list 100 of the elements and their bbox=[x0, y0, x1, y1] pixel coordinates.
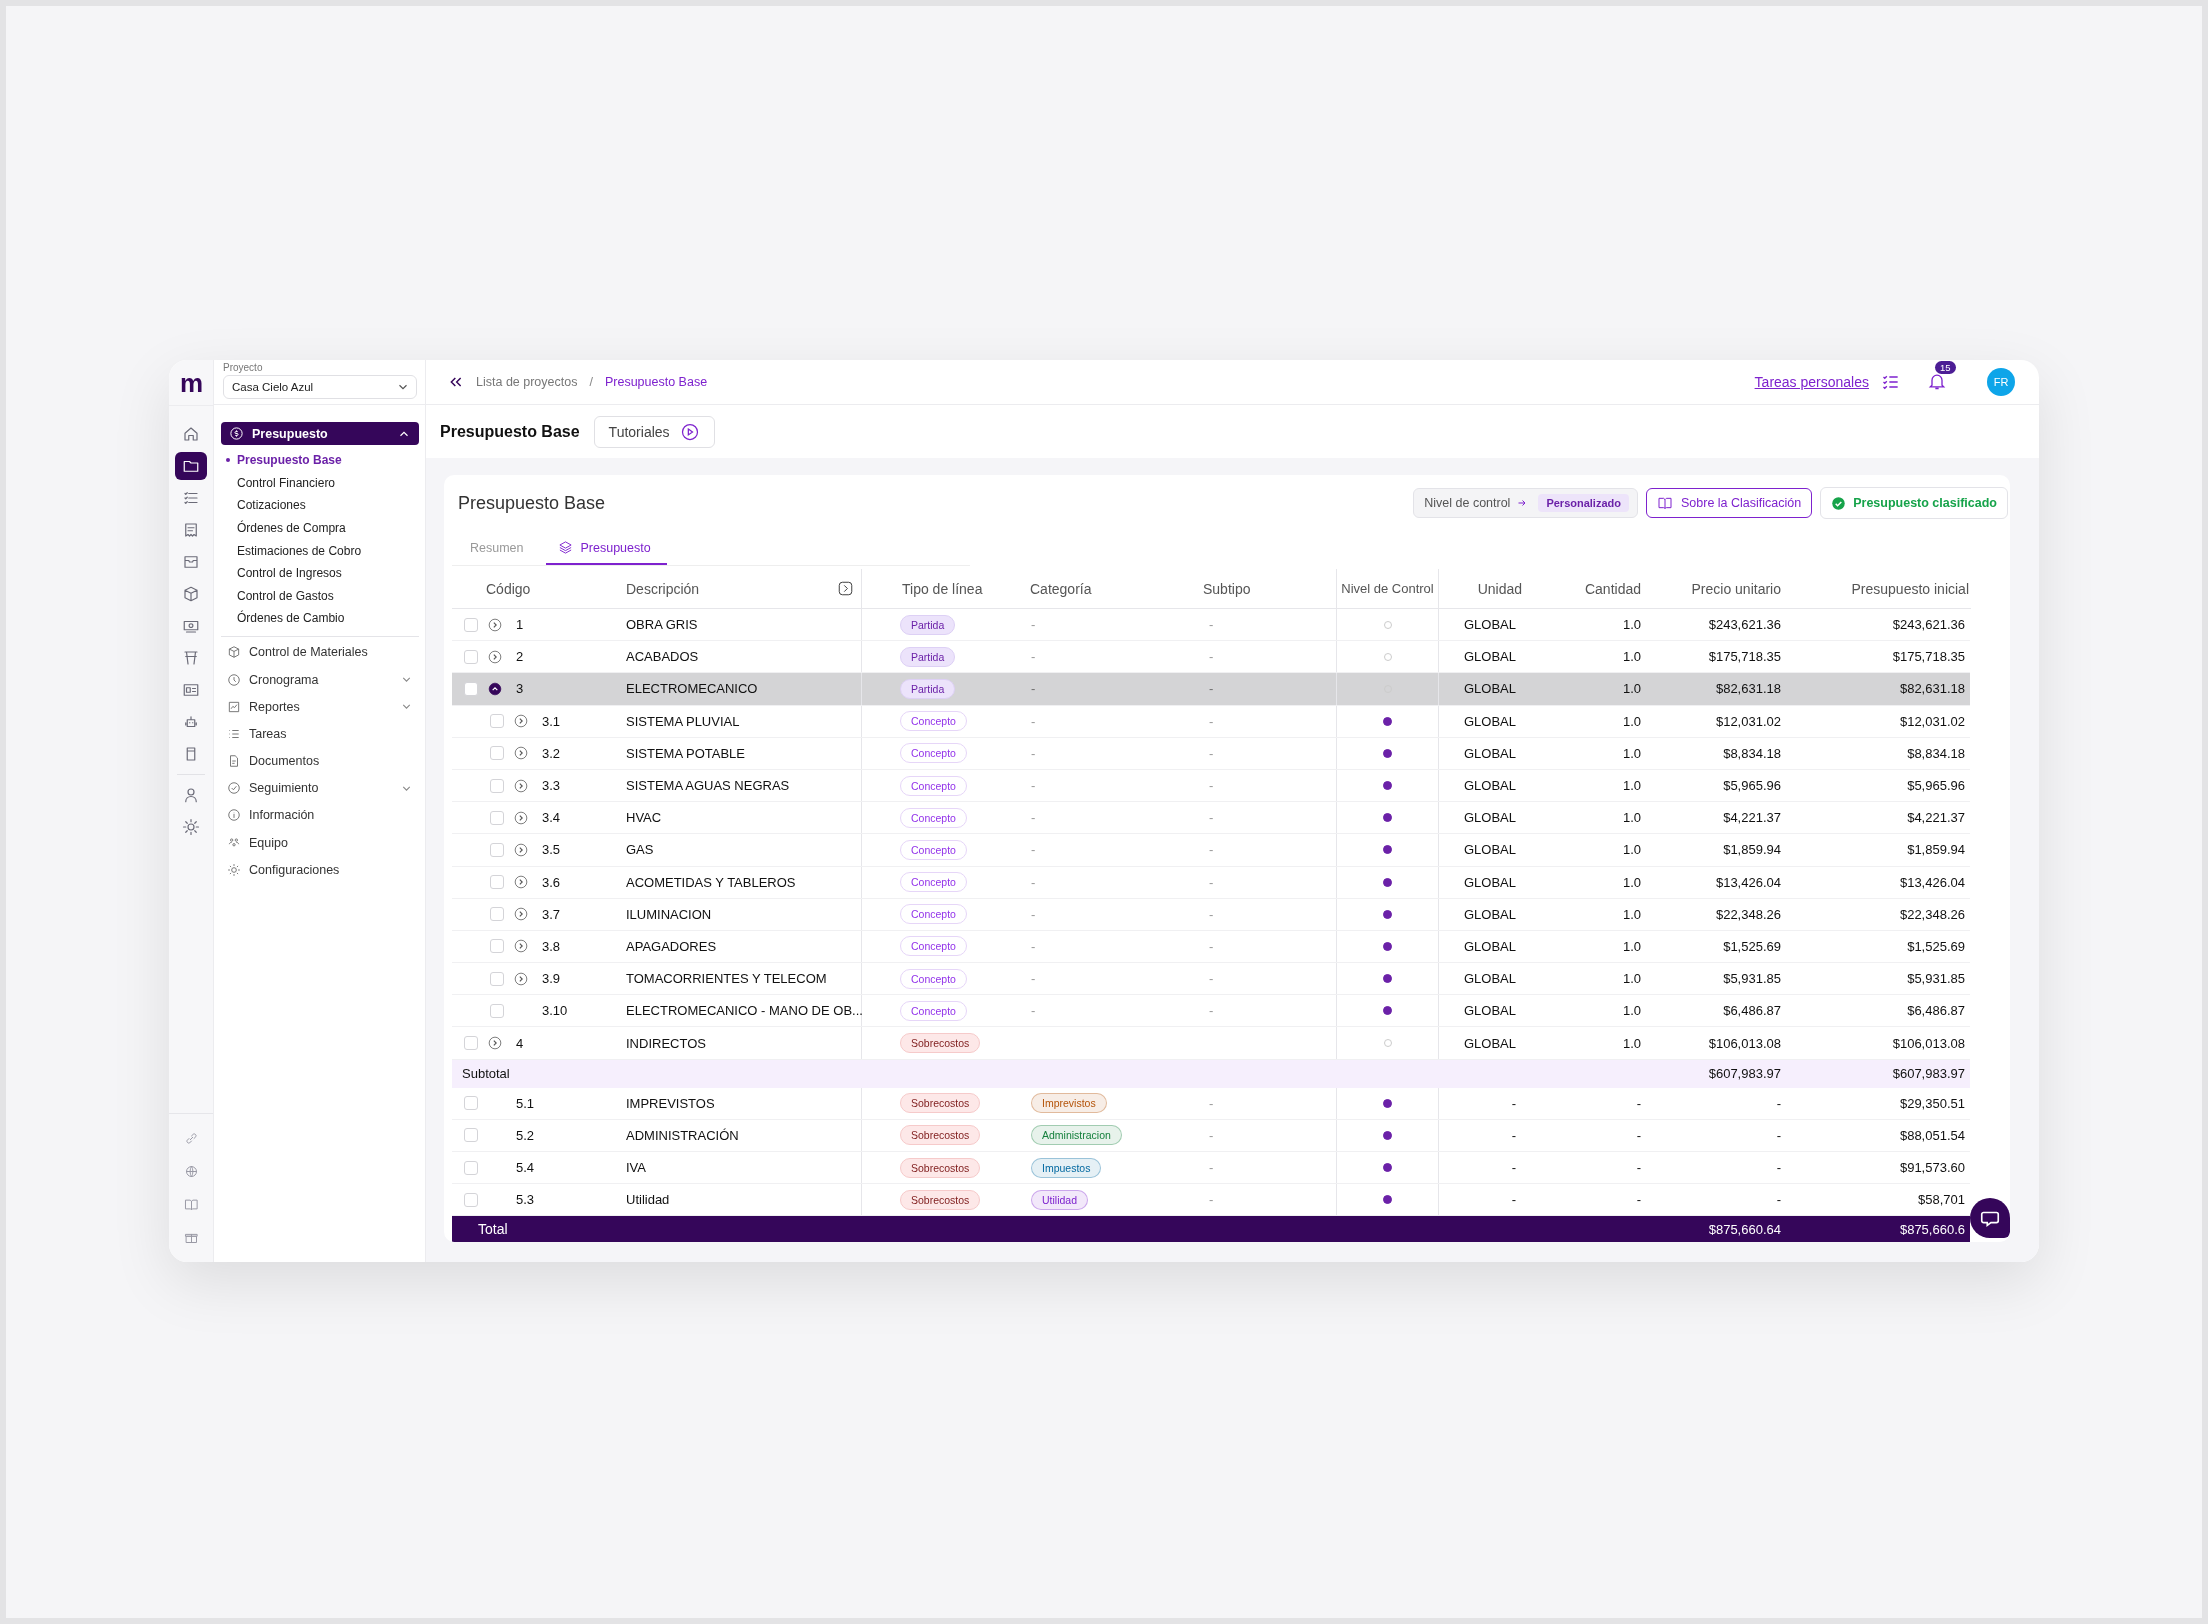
nav-icon bbox=[227, 672, 241, 687]
sidebar-item[interactable]: Documentos bbox=[249, 754, 413, 769]
row-checkbox[interactable] bbox=[490, 907, 504, 922]
control-level-chip[interactable]: Nivel de control Personalizado bbox=[1413, 488, 1638, 518]
sidebar-item[interactable]: Información bbox=[249, 808, 413, 823]
row-checkbox[interactable] bbox=[490, 1003, 504, 1018]
table-row[interactable]: 3.7 ILUMINACION Concepto - - GLOBAL 1.0 $22,348.26 $22,348.26 bbox=[452, 898, 1970, 931]
row-checkbox[interactable] bbox=[490, 714, 504, 729]
row-checkbox[interactable] bbox=[490, 778, 504, 793]
table-row[interactable]: 3.10 ELECTROMECANICO - MANO DE OB... Concepto - - GLOBAL 1.0 $6,486.87 $6,486.87 bbox=[452, 995, 1970, 1028]
table-cell: $91,573.60 bbox=[1899, 1160, 1965, 1176]
expand-toggle-icon[interactable] bbox=[514, 875, 528, 890]
column-header: Código bbox=[485, 580, 531, 597]
table-cell: - bbox=[1209, 649, 1214, 665]
sidebar-item[interactable]: Control de Materiales bbox=[249, 645, 413, 660]
table-cell: GLOBAL bbox=[1463, 649, 1516, 665]
table-row[interactable]: 3.1 SISTEMA PLUVIAL Concepto - - GLOBAL 1.0 $12,031.02 $12,031.02 bbox=[452, 705, 1970, 738]
tutorials-button[interactable]: Tutoriales bbox=[593, 415, 715, 448]
chat-button[interactable] bbox=[1970, 1198, 2010, 1239]
table-row[interactable]: 3.6 ACOMETIDAS Y TABLEROS Concepto - - GLOBAL 1.0 $13,426.04 $13,426.04 bbox=[452, 866, 1970, 899]
table-row[interactable]: 5.1 IMPREVISTOS Sobrecostos Imprevistos - - - - $29,350.51 bbox=[452, 1087, 1970, 1120]
line-type-tag: Concepto bbox=[900, 775, 967, 796]
table-cell: GLOBAL bbox=[1463, 745, 1516, 761]
table-cell: $82,631.18 bbox=[1715, 681, 1781, 697]
breadcrumb-link[interactable]: Lista de proyectos bbox=[476, 375, 578, 389]
table-cell: $5,965.96 bbox=[1907, 778, 1965, 794]
expand-toggle-icon[interactable] bbox=[514, 971, 528, 986]
row-checkbox[interactable] bbox=[490, 939, 504, 954]
expand-toggle-icon[interactable] bbox=[514, 714, 528, 729]
sidebar-subitem[interactable]: Control de Ingresos bbox=[226, 561, 419, 585]
tab[interactable]: Presupuesto bbox=[545, 540, 667, 565]
table-cell: 3.3 bbox=[542, 778, 561, 794]
breadcrumb-link[interactable]: Presupuesto Base bbox=[604, 375, 708, 389]
project-select[interactable]: Casa Cielo Azul bbox=[223, 375, 417, 399]
row-checkbox[interactable] bbox=[490, 810, 504, 825]
table-row[interactable]: 5.2 ADMINISTRACIÓN Sobrecostos Administracion - - - - $88,051.54 bbox=[452, 1119, 1970, 1152]
line-type-tag: Sobrecostos bbox=[900, 1093, 981, 1114]
sidebar-subitem[interactable]: Presupuesto Base bbox=[226, 449, 419, 472]
sidebar-subitem[interactable]: Órdenes de Cambio bbox=[226, 607, 419, 630]
table-cell: $82,631.18 bbox=[1899, 681, 1965, 697]
expand-toggle-icon[interactable] bbox=[488, 1036, 502, 1051]
sidebar-subitem[interactable]: Control Financiero bbox=[226, 471, 419, 495]
section-header[interactable]: Presupuesto bbox=[221, 422, 419, 445]
table-cell: - bbox=[1209, 1095, 1214, 1111]
table-cell: GAS bbox=[626, 842, 654, 858]
table-cell: - bbox=[1031, 810, 1036, 826]
table-cell: $8,834.18 bbox=[1907, 745, 1965, 761]
row-checkbox[interactable] bbox=[490, 971, 504, 986]
table-row[interactable]: 3.5 GAS Concepto - - GLOBAL 1.0 $1,859.94 $1,859.94 bbox=[452, 834, 1970, 867]
sidebar-item[interactable]: Tareas bbox=[249, 726, 413, 741]
table-row[interactable]: 4 INDIRECTOS Sobrecostos GLOBAL 1.0 $106,013.08 $106,013.08 bbox=[452, 1027, 1970, 1060]
row-checkbox[interactable] bbox=[464, 1096, 478, 1111]
sidebar-subitem[interactable]: Cotizaciones bbox=[226, 494, 419, 517]
project-label: Proyecto bbox=[223, 362, 264, 373]
row-checkbox[interactable] bbox=[464, 1192, 478, 1207]
row-checkbox[interactable] bbox=[464, 1036, 478, 1051]
row-checkbox[interactable] bbox=[490, 842, 504, 857]
table-cell: 3.2 bbox=[542, 745, 561, 761]
table-row[interactable]: 1 OBRA GRIS Partida - - GLOBAL 1.0 $243,621.36 $243,621.36 bbox=[452, 609, 1970, 642]
table-row[interactable]: 3.8 APAGADORES Concepto - - GLOBAL 1.0 $1,525.69 $1,525.69 bbox=[452, 930, 1970, 964]
table-cell: $243,621.36 bbox=[1892, 617, 1965, 633]
table-cell: GLOBAL bbox=[1463, 617, 1516, 633]
row-checkbox[interactable] bbox=[464, 617, 478, 632]
nav-icon[interactable] bbox=[175, 452, 207, 480]
row-checkbox[interactable] bbox=[464, 681, 478, 696]
expand-toggle-icon[interactable] bbox=[488, 681, 502, 696]
sidebar-item[interactable]: Equipo bbox=[249, 835, 413, 850]
expand-toggle-icon[interactable] bbox=[514, 907, 528, 922]
table-cell: $875,660.64 bbox=[1708, 1221, 1781, 1237]
row-checkbox[interactable] bbox=[464, 649, 478, 664]
sidebar-item[interactable]: Configuraciones bbox=[249, 862, 413, 877]
sidebar-item[interactable]: Seguimiento bbox=[249, 781, 392, 796]
table-cell: IMPREVISTOS bbox=[626, 1095, 715, 1111]
sidebar-item[interactable]: Reportes bbox=[249, 699, 392, 714]
row-checkbox[interactable] bbox=[464, 1160, 478, 1175]
expand-toggle-icon[interactable] bbox=[514, 746, 528, 761]
row-checkbox[interactable] bbox=[490, 746, 504, 761]
expand-toggle-icon[interactable] bbox=[514, 810, 528, 825]
expand-toggle-icon[interactable] bbox=[514, 939, 528, 954]
sidebar-item[interactable]: Cronograma bbox=[249, 672, 392, 687]
table-row[interactable]: 3.2 SISTEMA POTABLE Concepto - - GLOBAL 1.0 $8,834.18 $8,834.18 bbox=[452, 737, 1970, 770]
table-row[interactable]: 3.9 TOMACORRIENTES Y TELECOM Concepto - - GLOBAL 1.0 $5,931.85 $5,931.85 bbox=[452, 963, 1970, 996]
expand-toggle-icon[interactable] bbox=[514, 778, 528, 793]
sidebar-subitem[interactable]: Control de Gastos bbox=[226, 584, 419, 608]
expand-toggle-icon[interactable] bbox=[488, 617, 502, 632]
table-cell: 1.0 bbox=[1622, 778, 1641, 794]
sidebar-subitem[interactable]: Órdenes de Compra bbox=[226, 516, 419, 540]
nav-icon bbox=[227, 645, 241, 660]
table-row[interactable]: 3.4 HVAC Concepto - - GLOBAL 1.0 $4,221.37 $4,221.37 bbox=[452, 802, 1970, 835]
about-classification-button[interactable]: Sobre la Clasificación bbox=[1646, 488, 1813, 518]
table-row[interactable]: 5.4 IVA Sobrecostos Impuestos - - - - $91,573.60 bbox=[452, 1152, 1970, 1185]
row-checkbox[interactable] bbox=[464, 1128, 478, 1143]
personal-tasks-link[interactable]: Tareas personales bbox=[1754, 374, 1869, 390]
table-row[interactable]: 3.3 SISTEMA AGUAS NEGRAS Concepto - - GLOBAL 1.0 $5,965.96 $5,965.96 bbox=[452, 769, 1970, 803]
expand-columns-icon[interactable] bbox=[838, 581, 853, 596]
row-checkbox[interactable] bbox=[490, 875, 504, 890]
sidebar-subitem[interactable]: Estimaciones de Cobro bbox=[226, 539, 419, 562]
expand-toggle-icon[interactable] bbox=[488, 649, 502, 664]
table-row[interactable]: 3 ELECTROMECANICO Partida - - GLOBAL 1.0 $82,631.18 $82,631.18 bbox=[452, 673, 1970, 706]
expand-toggle-icon[interactable] bbox=[514, 842, 528, 857]
